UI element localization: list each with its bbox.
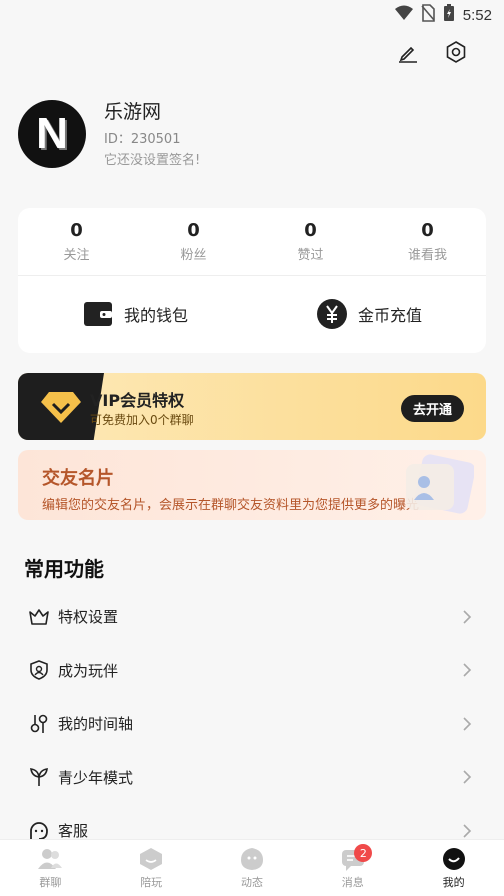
menu-item-label: 成为玩伴 (58, 661, 119, 680)
wifi-icon (394, 5, 413, 25)
tab-label: 消息 (341, 876, 364, 889)
menu-item-label: 特权设置 (58, 608, 119, 627)
id-card-icon (402, 454, 476, 516)
tab-moments[interactable]: 动态 (202, 840, 303, 896)
timeline-icon (28, 713, 50, 735)
tab-label: 陪玩 (140, 876, 163, 889)
settings-gear-icon[interactable] (444, 40, 468, 64)
me-bubble-icon (441, 846, 467, 872)
friend-card-banner[interactable]: 交友名片 编辑您的交友名片，会展示在群聊交友资料里为您提供更多的曝光 (18, 450, 486, 520)
avatar-letter: N (36, 109, 68, 158)
stat-label: 粉丝 (180, 248, 207, 263)
wallet-label: 我的钱包 (123, 306, 188, 325)
tab-messages[interactable]: 2 消息 (302, 840, 403, 896)
feature-menu: 特权设置 成为玩伴 我的时间轴 青少年模式 客服 (0, 590, 504, 858)
vip-title: VIP会员特权 (90, 391, 185, 410)
wallet-button[interactable]: 我的钱包 (18, 298, 252, 330)
unread-badge: 2 (354, 844, 373, 862)
section-title: 常用功能 (24, 557, 104, 581)
vip-subtitle: 可免费加入0个群聊 (90, 413, 194, 427)
stat-label: 关注 (63, 248, 90, 263)
friend-card-desc: 编辑您的交友名片，会展示在群聊交友资料里为您提供更多的曝光 (42, 498, 420, 513)
tab-label: 动态 (240, 876, 263, 889)
menu-item-label: 我的时间轴 (58, 715, 134, 734)
avatar[interactable]: N (18, 100, 86, 168)
clock: 5:52 (462, 6, 492, 24)
tab-me[interactable]: 我的 (403, 840, 504, 896)
stat-value: 0 (187, 220, 200, 241)
menu-item-label: 青少年模式 (58, 768, 134, 787)
stat-value: 0 (304, 220, 317, 241)
coin-recharge-button[interactable]: 金币充值 (252, 298, 486, 330)
vip-open-button[interactable]: 去开通 (400, 395, 464, 422)
stats-card: 0 关注 0 粉丝 0 赞过 0 谁看我 我的钱包 金币充值 (18, 208, 486, 353)
tab-label: 我的 (442, 876, 465, 889)
chevron-right-icon (460, 610, 474, 624)
stat-following[interactable]: 0 关注 (18, 220, 135, 263)
no-sim-icon (421, 4, 435, 26)
stat-label: 赞过 (297, 248, 324, 263)
tab-companion[interactable]: 陪玩 (101, 840, 202, 896)
stat-visitors[interactable]: 0 谁看我 (369, 220, 486, 263)
menu-item-become-companion[interactable]: 成为玩伴 (0, 644, 504, 698)
user-signature: 它还没设置签名! (104, 153, 201, 168)
chevron-right-icon (460, 717, 474, 731)
group-users-icon (37, 846, 63, 872)
wallet-icon (82, 298, 114, 330)
shield-user-icon (28, 659, 50, 681)
profile-header[interactable]: N 乐游网 ID：230501 它还没设置签名! (18, 100, 200, 168)
yen-coin-icon (316, 298, 348, 330)
menu-item-teen-mode[interactable]: 青少年模式 (0, 751, 504, 805)
user-id: ID：230501 (104, 132, 181, 147)
bottom-tab-bar: 群聊 陪玩 动态 2 消息 我的 (0, 839, 504, 896)
status-bar: 5:52 (0, 0, 504, 28)
chevron-right-icon (460, 770, 474, 784)
stat-liked[interactable]: 0 赞过 (252, 220, 369, 263)
edit-icon[interactable] (396, 40, 420, 64)
battery-icon (443, 4, 455, 26)
menu-item-timeline[interactable]: 我的时间轴 (0, 697, 504, 751)
sprout-icon (28, 766, 50, 788)
friend-card-title: 交友名片 (42, 468, 114, 489)
stat-value: 0 (70, 220, 83, 241)
chevron-right-icon (460, 824, 474, 838)
crown-icon (28, 606, 50, 628)
user-name: 乐游网 (104, 101, 162, 123)
tab-label: 群聊 (39, 876, 62, 889)
tab-group-chat[interactable]: 群聊 (0, 840, 101, 896)
moments-icon (239, 846, 265, 872)
vip-banner[interactable]: VIP会员特权 可免费加入0个群聊 去开通 (18, 373, 486, 440)
stat-label: 谁看我 (407, 248, 447, 263)
chevron-right-icon (460, 663, 474, 677)
stat-fans[interactable]: 0 粉丝 (135, 220, 252, 263)
menu-item-privilege[interactable]: 特权设置 (0, 590, 504, 644)
coin-recharge-label: 金币充值 (357, 306, 422, 325)
stat-value: 0 (421, 220, 434, 241)
companion-bubble-icon (138, 846, 164, 872)
